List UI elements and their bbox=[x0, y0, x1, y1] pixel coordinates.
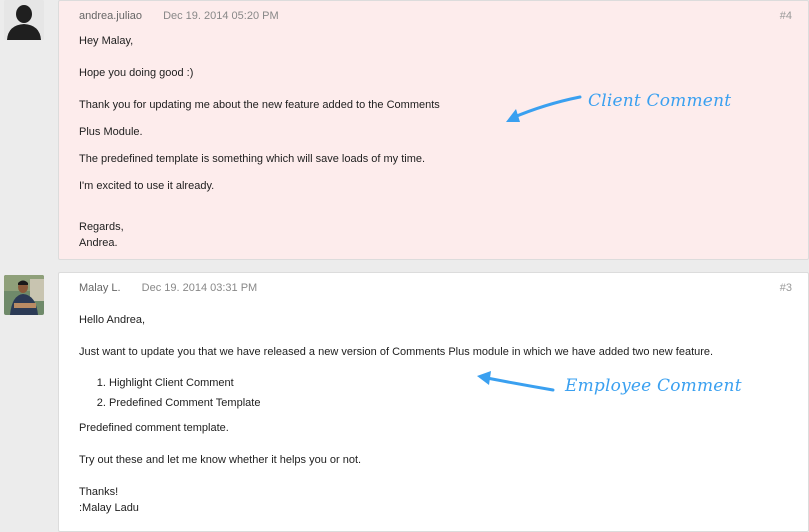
comment-line: Hello Andrea, bbox=[79, 314, 146, 326]
comment-timestamp: Dec 19. 2014 05:20 PM bbox=[163, 10, 279, 22]
comment-line: Hey Malay, bbox=[79, 35, 134, 47]
employee-comment: Malay L. Dec 19. 2014 03:31 PM #3 Hello … bbox=[58, 272, 809, 532]
arrow-icon bbox=[477, 371, 555, 392]
comment-author-link[interactable]: andrea.juliao bbox=[79, 10, 142, 22]
comment-line: Try out these and let me know whether it… bbox=[79, 454, 362, 466]
comment-line: Hope you doing good :) bbox=[79, 67, 194, 79]
comment-line: Regards, bbox=[79, 221, 124, 233]
user-photo-icon bbox=[4, 275, 44, 315]
comment-line: :Malay Ladu bbox=[79, 502, 139, 514]
comment-line: Thank you for updating me about the new … bbox=[79, 99, 440, 111]
list-item: Predefined Comment Template bbox=[109, 396, 713, 410]
comment-line: Just want to update you that we have rel… bbox=[79, 346, 714, 358]
comment-body: Hey Malay, Hope you doing good :) Thank … bbox=[79, 34, 440, 250]
comment-meta: andrea.juliao Dec 19. 2014 05:20 PM bbox=[79, 10, 279, 22]
client-comment-annotation: Client Comment bbox=[588, 91, 732, 111]
comment-author-link[interactable]: Malay L. bbox=[79, 282, 121, 294]
comment-line: The predefined template is something whi… bbox=[79, 153, 426, 165]
avatar-andrea[interactable] bbox=[4, 0, 44, 40]
comment-meta: Malay L. Dec 19. 2014 03:31 PM bbox=[79, 282, 257, 294]
avatar-malay[interactable] bbox=[4, 275, 44, 315]
comment-line: Thanks! bbox=[79, 486, 119, 498]
default-user-icon bbox=[4, 0, 44, 40]
comment-body: Hello Andrea, Just want to update you th… bbox=[79, 313, 713, 515]
comment-number-link[interactable]: #4 bbox=[780, 10, 792, 22]
arrow-icon bbox=[506, 95, 582, 122]
comment-timestamp: Dec 19. 2014 03:31 PM bbox=[141, 282, 258, 294]
comment-line: I'm excited to use it already. bbox=[79, 180, 215, 192]
employee-comment-annotation: Employee Comment bbox=[565, 376, 742, 396]
comment-number-link[interactable]: #3 bbox=[780, 282, 792, 294]
comment-line: Predefined comment template. bbox=[79, 422, 229, 434]
client-comment: andrea.juliao Dec 19. 2014 05:20 PM #4 H… bbox=[58, 0, 809, 260]
comment-line: Andrea. bbox=[79, 237, 118, 249]
comment-line: Plus Module. bbox=[79, 126, 143, 138]
